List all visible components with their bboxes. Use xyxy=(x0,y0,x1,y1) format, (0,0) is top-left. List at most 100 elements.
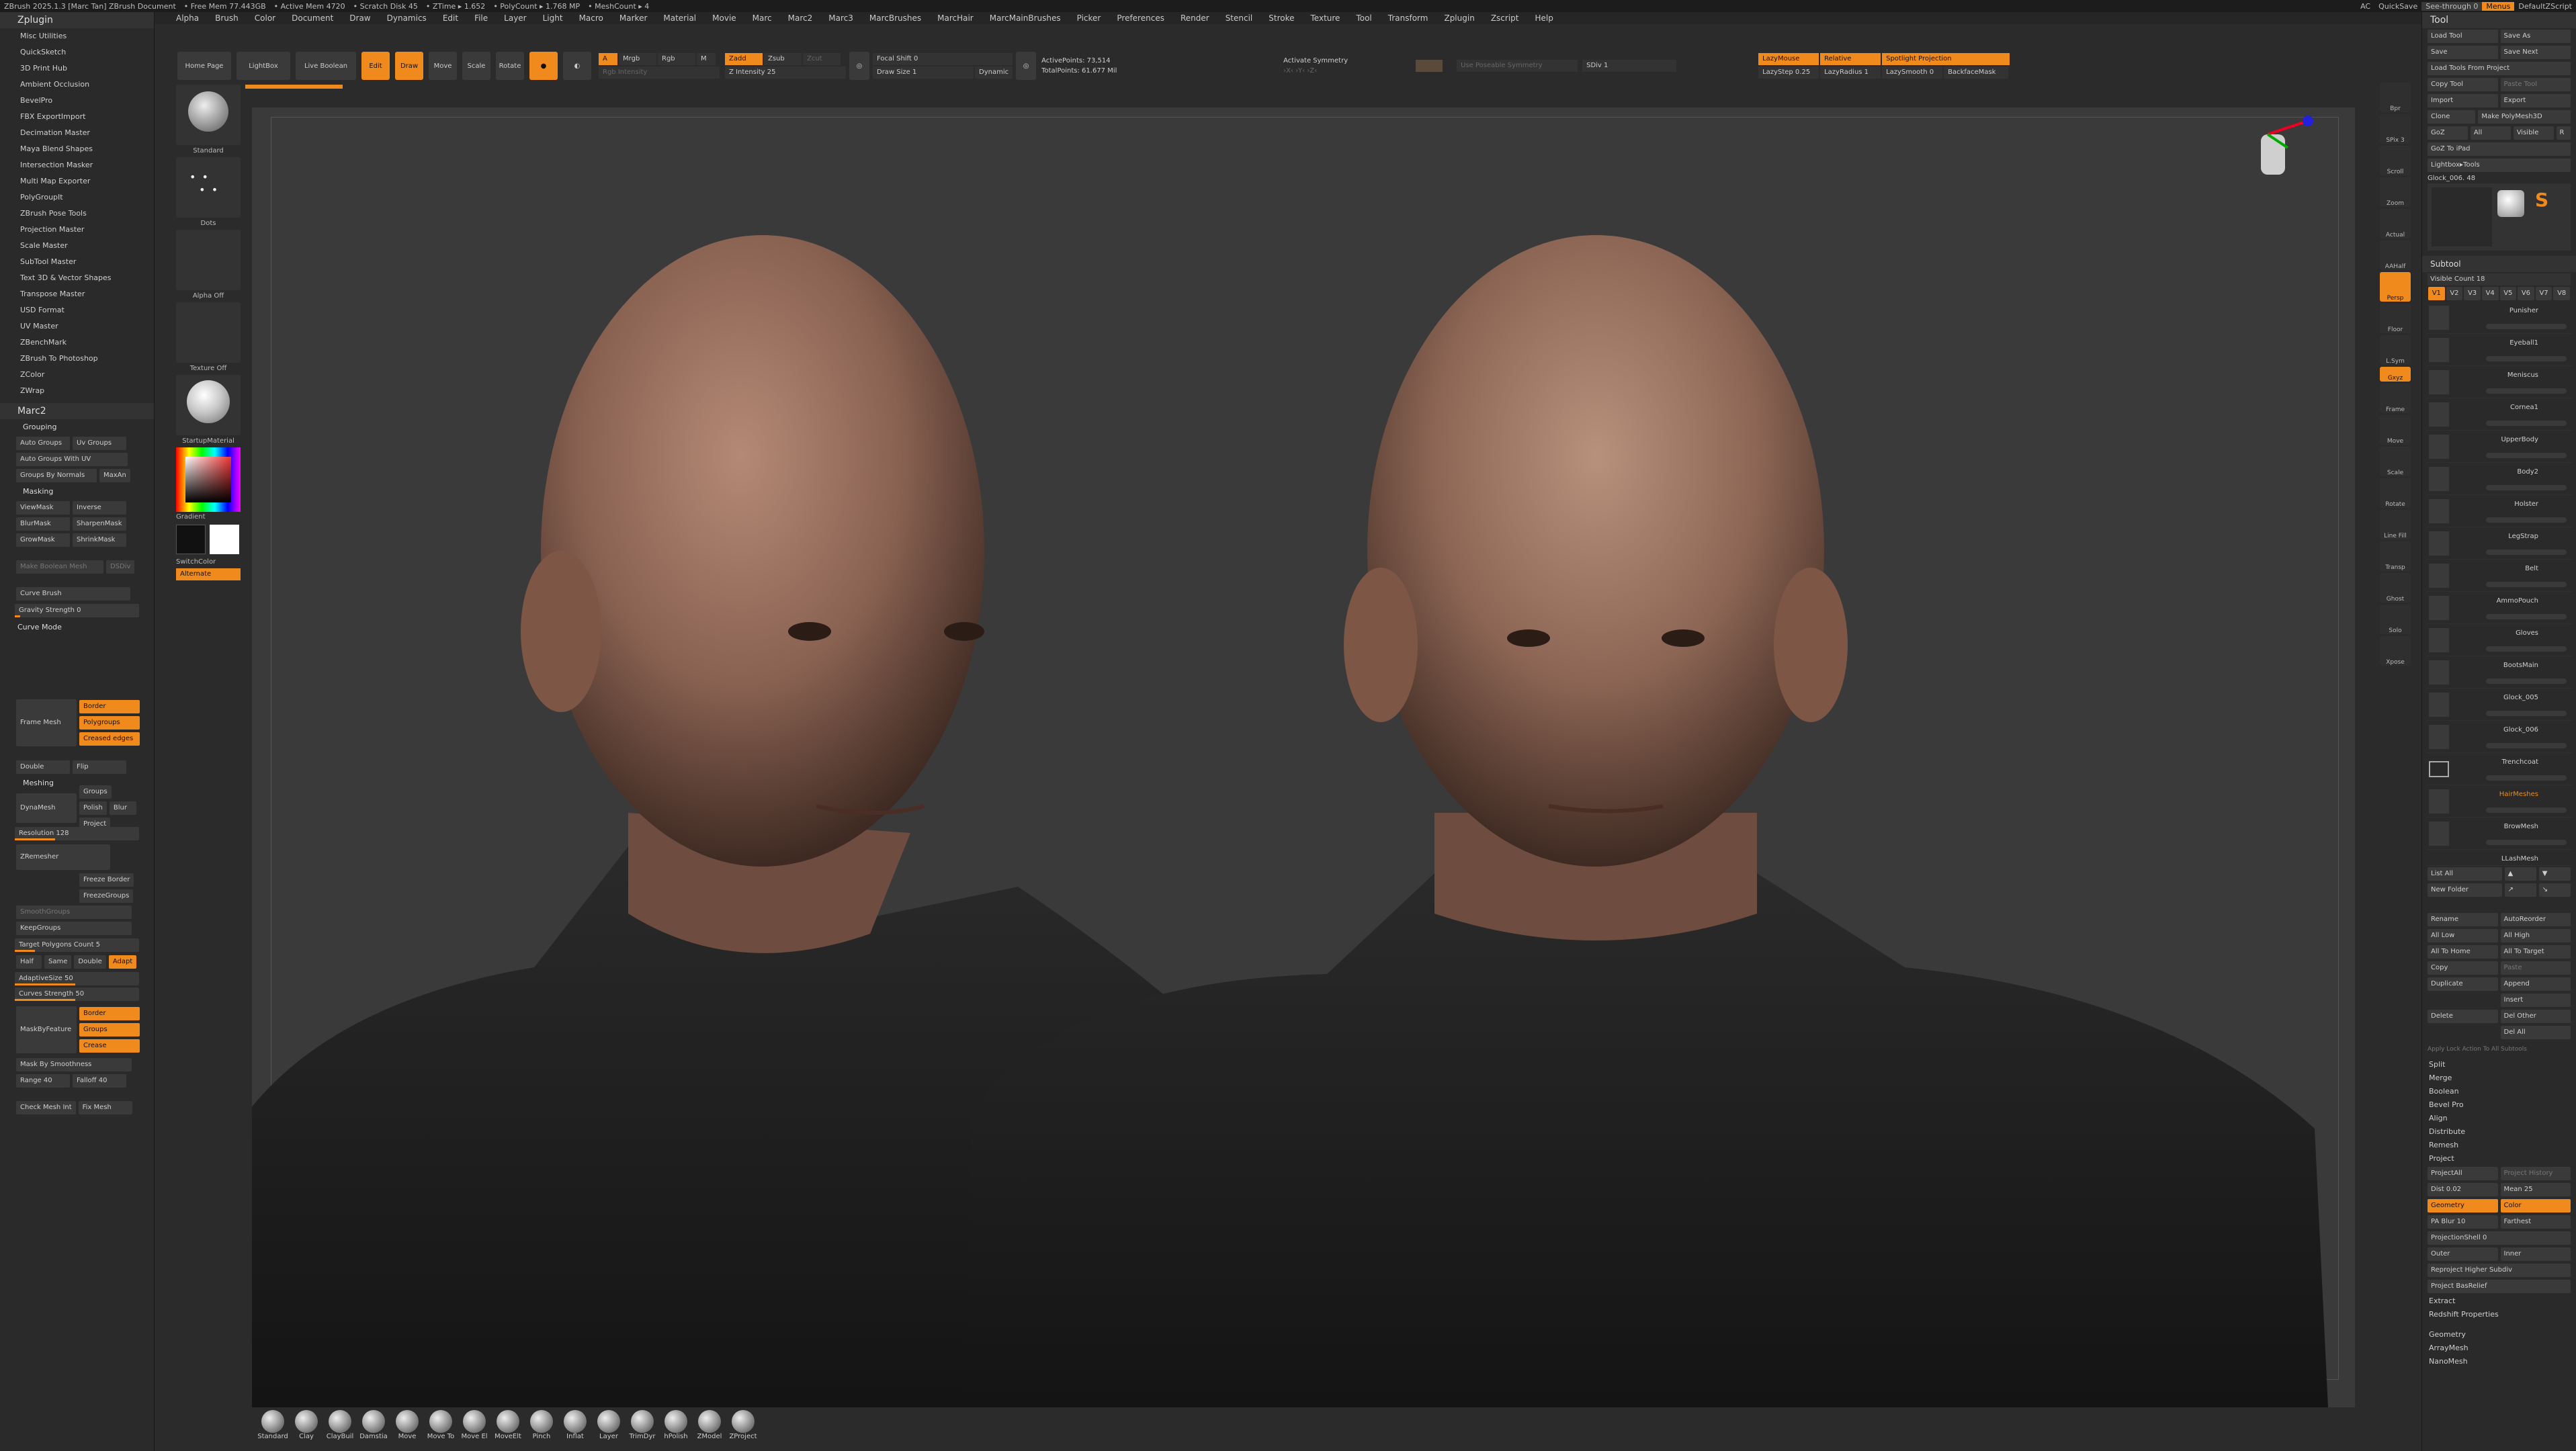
rotate-view-button[interactable]: Rotate xyxy=(2380,478,2411,508)
menu-document[interactable]: Document xyxy=(284,13,341,23)
menu-marcbrushes[interactable]: MarcBrushes xyxy=(861,13,929,23)
canvas-viewport[interactable] xyxy=(252,107,2355,1407)
switch-color-button[interactable]: SwitchColor xyxy=(168,558,249,566)
m-toggle[interactable]: M xyxy=(697,53,716,65)
primary-color-swatch[interactable] xyxy=(176,525,206,554)
subtool-item[interactable]: Glock_006 xyxy=(2426,721,2572,753)
lazystep-slider[interactable]: LazyStep 0.25 xyxy=(1758,67,1819,79)
mean-slider[interactable]: Mean 25 xyxy=(2500,1183,2571,1196)
viewmask-button[interactable]: ViewMask xyxy=(16,501,70,515)
subtool-visibility-controls[interactable] xyxy=(2486,356,2567,361)
subtool-header[interactable]: Subtool xyxy=(2422,256,2576,272)
frame-creased-toggle[interactable]: Creased edges xyxy=(79,732,140,746)
menu-macro[interactable]: Macro xyxy=(571,13,611,23)
subtool-visibility-controls[interactable] xyxy=(2486,388,2567,394)
subtool-item[interactable]: Glock_005 xyxy=(2426,689,2572,721)
plugin-item[interactable]: Decimation Master xyxy=(0,125,154,141)
frame-mesh-button[interactable]: Frame Mesh xyxy=(16,699,77,746)
bpr-button[interactable]: Bpr xyxy=(2380,83,2411,112)
version-v2[interactable]: V2 xyxy=(2446,287,2463,300)
plugin-item[interactable]: ZBenchMark xyxy=(0,335,154,351)
make-polymesh-button[interactable]: Make PolyMesh3D xyxy=(2478,110,2571,124)
menu-marc3[interactable]: Marc3 xyxy=(820,13,861,23)
menu-color[interactable]: Color xyxy=(247,13,284,23)
copy-subtool-button[interactable]: Copy xyxy=(2428,961,2498,975)
move-button[interactable]: Move xyxy=(429,52,457,80)
menus-toggle[interactable]: Menus xyxy=(2482,1,2515,11)
growmask-button[interactable]: GrowMask xyxy=(16,533,70,547)
spotlight-projection-toggle[interactable]: Spotlight Projection xyxy=(1882,53,2010,65)
brush-inflate[interactable]: Inflat xyxy=(559,1410,591,1440)
arrow-up-icon[interactable]: ▲ xyxy=(2504,867,2536,881)
menu-alpha[interactable]: Alpha xyxy=(168,13,207,23)
dynamesh-button[interactable]: DynaMesh xyxy=(16,793,77,823)
split-menu[interactable]: Split xyxy=(2422,1058,2576,1071)
stroke-slot[interactable]: • • • • Dots xyxy=(176,157,241,227)
sharpenmask-button[interactable]: SharpenMask xyxy=(73,517,126,531)
actual-button[interactable]: Actual xyxy=(2380,209,2411,238)
draw-size-slider[interactable]: Draw Size 1 xyxy=(873,67,974,79)
secondary-color-swatch[interactable] xyxy=(210,525,239,554)
alpha-slot[interactable]: Alpha Off xyxy=(176,230,241,300)
pa-blur-slider[interactable]: PA Blur 10 xyxy=(2428,1215,2498,1229)
subtool-item[interactable]: Holster xyxy=(2426,495,2572,527)
rgb-toggle[interactable]: Rgb xyxy=(658,53,695,65)
subtool-item[interactable]: Meniscus xyxy=(2426,366,2572,398)
plugin-item[interactable]: ZColor xyxy=(0,367,154,383)
menu-picker[interactable]: Picker xyxy=(1069,13,1109,23)
load-tool-button[interactable]: Load Tool xyxy=(2428,30,2498,43)
arraymesh-menu[interactable]: ArrayMesh xyxy=(2422,1342,2576,1355)
menu-tool[interactable]: Tool xyxy=(1348,13,1379,23)
keep-groups-toggle[interactable]: KeepGroups xyxy=(16,922,132,935)
brush-slot[interactable]: Standard xyxy=(176,85,241,155)
menu-brush[interactable]: Brush xyxy=(207,13,247,23)
paste-subtool-button[interactable]: Paste xyxy=(2500,961,2571,975)
dist-slider[interactable]: Dist 0.02 xyxy=(2428,1183,2498,1196)
version-v1[interactable]: V1 xyxy=(2428,287,2445,300)
resolution-slider[interactable]: Resolution 128 xyxy=(15,827,139,840)
transp-button[interactable]: Transp xyxy=(2380,541,2411,571)
freeze-border-toggle[interactable]: Freeze Border xyxy=(79,873,134,887)
move-up-icon[interactable]: ↗ xyxy=(2504,883,2536,897)
gizmo-xyz-button[interactable]: Gxyz xyxy=(2380,367,2411,382)
uv-groups-button[interactable]: Uv Groups xyxy=(73,437,126,450)
plugin-item[interactable]: Scale Master xyxy=(0,238,154,254)
brush-layer[interactable]: Layer xyxy=(593,1410,625,1440)
subtool-visibility-controls[interactable] xyxy=(2486,743,2567,748)
subtool-visibility-controls[interactable] xyxy=(2486,646,2567,652)
tool-header[interactable]: Tool xyxy=(2422,12,2576,28)
a-toggle[interactable]: A xyxy=(599,53,617,65)
adaptive-size-slider[interactable]: AdaptiveSize 50 xyxy=(15,972,139,985)
subtool-visibility-controls[interactable] xyxy=(2486,582,2567,587)
subtool-item[interactable]: Belt xyxy=(2426,560,2572,592)
color-picker-square[interactable] xyxy=(185,457,231,502)
sdiv-slider[interactable]: SDiv 1 xyxy=(1582,60,1677,72)
goz-visible-button[interactable]: Visible xyxy=(2513,126,2554,140)
subtool-visibility-controls[interactable] xyxy=(2486,549,2567,555)
subtool-item[interactable]: LegStrap xyxy=(2426,527,2572,560)
menu-layer[interactable]: Layer xyxy=(496,13,534,23)
color-picker[interactable] xyxy=(176,447,241,512)
plugin-item[interactable]: USD Format xyxy=(0,302,154,318)
version-v6[interactable]: V6 xyxy=(2518,287,2534,300)
relative-toggle[interactable]: Relative xyxy=(1820,53,1881,65)
dsdiv-slider[interactable]: DSDiv xyxy=(106,560,135,574)
version-v7[interactable]: V7 xyxy=(2535,287,2552,300)
boolean-menu[interactable]: Boolean xyxy=(2422,1085,2576,1098)
bevel-pro-menu[interactable]: Bevel Pro xyxy=(2422,1098,2576,1112)
smooth-groups-slider[interactable]: SmoothGroups xyxy=(16,906,132,919)
floor-button[interactable]: Floor xyxy=(2380,304,2411,333)
all-high-button[interactable]: All High xyxy=(2500,929,2571,942)
check-mesh-button[interactable]: Check Mesh Int xyxy=(16,1101,76,1114)
line-fill-button[interactable]: Line Fill xyxy=(2380,510,2411,539)
plugin-item[interactable]: ZWrap xyxy=(0,383,154,399)
subtool-item[interactable]: LLashMesh xyxy=(2426,850,2572,866)
gradient-label[interactable]: Gradient xyxy=(168,513,249,521)
mrgb-toggle[interactable]: Mrgb xyxy=(619,53,656,65)
menu-marcmainbrushes[interactable]: MarcMainBrushes xyxy=(982,13,1069,23)
dynamesh-groups-toggle[interactable]: Groups xyxy=(79,785,112,799)
alternate-toggle[interactable]: Alternate xyxy=(176,568,241,580)
auto-groups-uv-button[interactable]: Auto Groups With UV xyxy=(16,453,128,466)
flip-button[interactable]: Flip xyxy=(73,760,126,774)
focal-shift-slider[interactable]: Focal Shift 0 xyxy=(873,53,1013,65)
